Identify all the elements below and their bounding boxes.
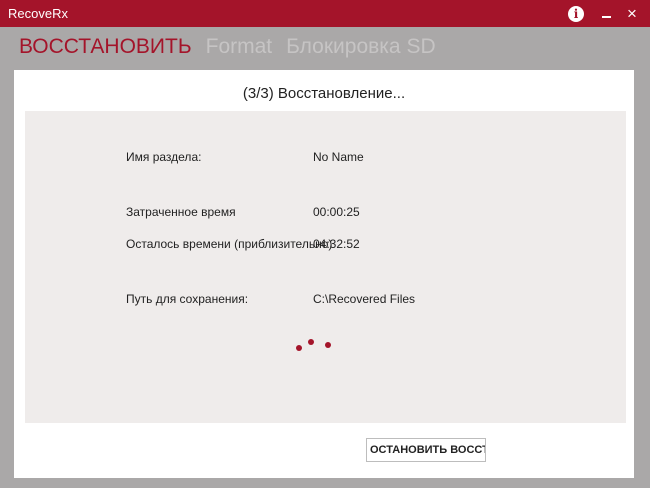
recovery-panel: (3/3) Восстановление... Имя раздела: No … <box>14 70 634 478</box>
info-button[interactable]: i <box>565 0 587 27</box>
partition-name-label: Имя раздела: <box>126 150 202 164</box>
tab-format[interactable]: Format <box>206 35 273 59</box>
close-button[interactable]: × <box>622 0 642 27</box>
spinner-dot <box>296 345 302 351</box>
elapsed-time-value: 00:00:25 <box>313 205 360 219</box>
title-bar: RecoveRx i × <box>0 0 650 27</box>
remaining-time-label: Осталось времени (приблизительно) <box>126 237 333 251</box>
stop-recovery-label: ОСТАНОВИТЬ ВОССТАНОВЛЕНИЕ <box>370 444 485 456</box>
close-icon: × <box>627 3 637 23</box>
tab-sd-lock[interactable]: Блокировка SD <box>286 35 435 59</box>
remaining-time-value: 04:32:52 <box>313 237 360 251</box>
save-path-label: Путь для сохранения: <box>126 292 249 306</box>
stop-recovery-button[interactable]: ОСТАНОВИТЬ ВОССТАНОВЛЕНИЕ <box>366 438 486 462</box>
progress-title: (3/3) Восстановление... <box>242 85 406 102</box>
main-tabs: ВОССТАНОВИТЬ Format Блокировка SD <box>19 35 436 59</box>
partition-name-value: No Name <box>313 150 364 164</box>
minimize-button[interactable] <box>596 0 616 27</box>
save-path-value: C:\Recovered Files <box>313 292 416 306</box>
tab-recover[interactable]: ВОССТАНОВИТЬ <box>19 35 192 59</box>
spinner-dot <box>325 342 331 348</box>
spinner-dot <box>308 339 314 345</box>
info-icon: i <box>568 5 584 22</box>
app-title: RecoveRx <box>8 6 68 21</box>
recovery-info: Имя раздела: No Name Затраченное время 0… <box>25 111 626 423</box>
minimize-icon <box>601 15 611 18</box>
elapsed-time-label: Затраченное время <box>126 205 236 219</box>
